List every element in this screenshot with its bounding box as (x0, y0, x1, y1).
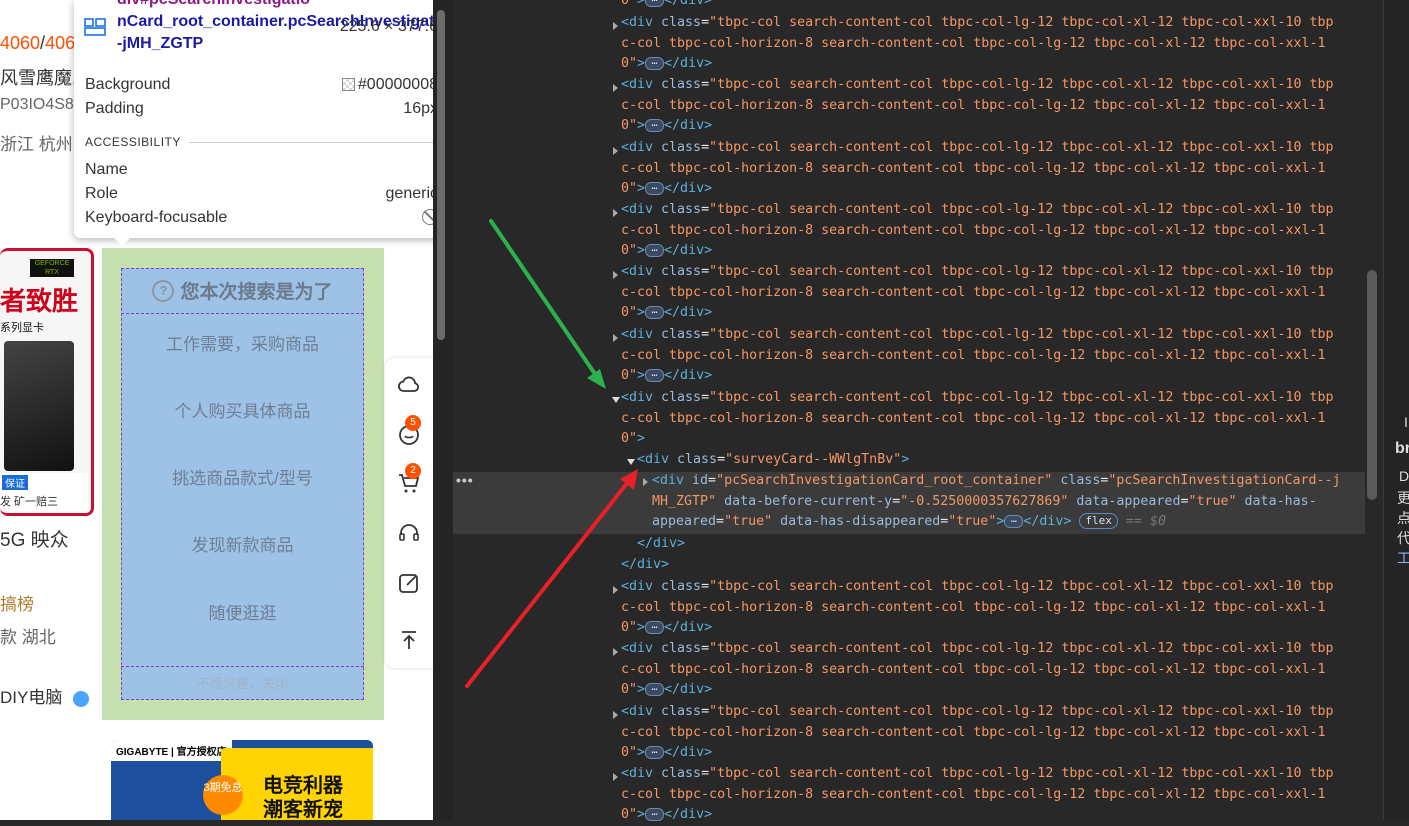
expand-triangle-icon[interactable] (613, 334, 618, 342)
collapsed-children-ellipsis[interactable]: … (645, 181, 665, 195)
expand-triangle-icon[interactable] (613, 209, 618, 217)
collapsed-div-node[interactable]: <div class="tbpc-col search-content-col … (621, 702, 1334, 764)
expand-triangle-icon[interactable] (613, 271, 618, 279)
green-arrow-line (489, 219, 599, 379)
collapsed-div-node[interactable]: <div class="tbpc-col search-content-col … (621, 577, 1334, 639)
green-arrow-head (587, 369, 606, 389)
side-text-0: I (1404, 414, 1408, 430)
side-text-1: br (1395, 440, 1409, 457)
expand-triangle-icon[interactable] (613, 773, 618, 781)
expand-triangle-icon[interactable] (613, 84, 618, 92)
collapsed-div-node[interactable]: <div class="tbpc-col search-content-col … (621, 639, 1334, 701)
side-text-3: 更 (1397, 490, 1409, 506)
collapsed-children-ellipsis[interactable]: … (645, 368, 665, 382)
collapsed-children-ellipsis[interactable]: … (645, 620, 665, 634)
collapsed-children-ellipsis[interactable]: … (645, 682, 665, 696)
collapsed-div-node[interactable]: <div class="tbpc-col search-content-col … (621, 325, 1334, 387)
side-text-2: D (1399, 468, 1409, 484)
red-arrow-line (465, 480, 630, 688)
expand-triangle-icon[interactable] (613, 586, 618, 594)
collapsed-children-ellipsis[interactable]: … (645, 56, 665, 70)
styles-side-panel (1383, 0, 1409, 820)
side-text-5: 代 (1397, 530, 1409, 546)
side-text-6[interactable]: 工 (1397, 548, 1409, 568)
expand-triangle-icon[interactable] (613, 147, 618, 155)
expand-triangle-icon[interactable] (613, 648, 618, 656)
expand-triangle-icon[interactable] (613, 22, 618, 30)
collapsed-div-node[interactable]: <div class="tbpc-col search-content-col … (621, 764, 1334, 826)
collapsed-children-ellipsis[interactable]: … (645, 243, 665, 257)
side-text-4: 点 (1397, 510, 1409, 526)
collapsed-children-ellipsis[interactable]: … (645, 807, 665, 821)
collapsed-div-node[interactable]: <div class="tbpc-col search-content-col … (621, 200, 1334, 262)
collapsed-div-node[interactable]: <div class="tbpc-col search-content-col … (621, 13, 1334, 75)
expand-triangle-icon[interactable] (613, 711, 618, 719)
collapsed-div-node[interactable]: <div class="tbpc-col search-content-col … (621, 138, 1334, 200)
collapsed-div-node[interactable]: <div class="tbpc-col search-content-col … (621, 75, 1334, 137)
collapsed-children-ellipsis[interactable]: … (645, 745, 665, 759)
collapsed-div-node[interactable]: <div class="tbpc-col search-content-col … (621, 262, 1334, 324)
collapsed-children-ellipsis[interactable]: … (645, 118, 665, 132)
collapsed-children-ellipsis[interactable]: … (645, 305, 665, 319)
